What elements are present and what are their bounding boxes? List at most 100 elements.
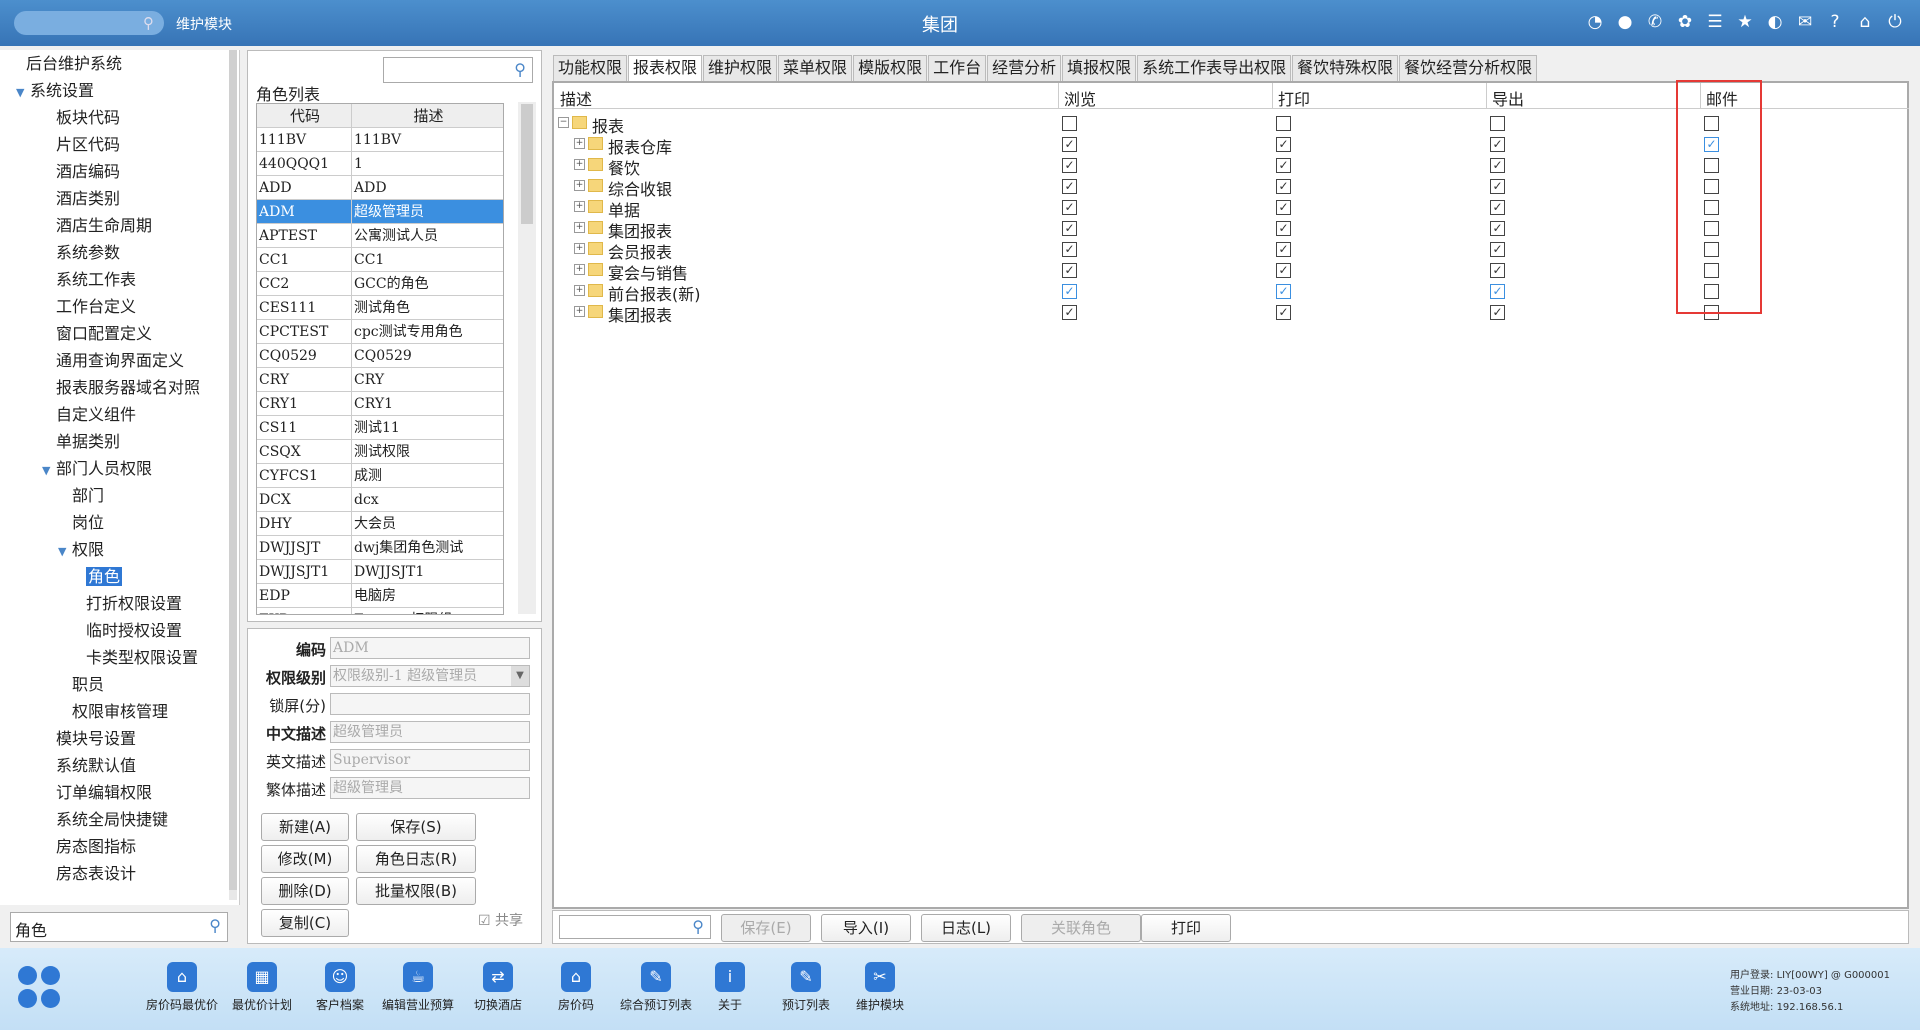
level-select[interactable]: 权限级别-1 超级管理员 ▼ bbox=[330, 665, 530, 687]
nav-item[interactable]: 系统参数 bbox=[0, 239, 230, 266]
power-icon[interactable]: ⏻ bbox=[1884, 10, 1906, 34]
nav-item[interactable]: 订单编辑权限 bbox=[0, 779, 230, 806]
nav-item[interactable]: 板块代码 bbox=[0, 104, 230, 131]
nav-item[interactable]: 房态表设计 bbox=[0, 860, 230, 887]
permission-checkbox-v[interactable]: ✓ bbox=[1062, 137, 1077, 152]
table-row[interactable]: CRY1 CRY1 bbox=[257, 392, 503, 416]
table-row[interactable]: 440QQQ1 1 bbox=[257, 152, 503, 176]
table-row[interactable]: CC1 CC1 bbox=[257, 248, 503, 272]
expand-icon[interactable]: + bbox=[574, 138, 585, 149]
expand-icon[interactable]: + bbox=[574, 180, 585, 191]
permission-checkbox-p[interactable]: ✓ bbox=[1276, 305, 1291, 320]
nav-item[interactable]: 岗位 bbox=[0, 509, 230, 536]
tab[interactable]: 工作台 bbox=[928, 55, 987, 81]
phone-icon[interactable]: ✆ bbox=[1644, 10, 1666, 34]
permission-checkbox-p[interactable]: ✓ bbox=[1276, 200, 1291, 215]
collapse-icon[interactable]: − bbox=[558, 117, 569, 128]
col-export-header[interactable]: 导出 bbox=[1492, 86, 1524, 110]
batch-permission-button[interactable]: 批量权限(B) bbox=[356, 877, 476, 905]
permission-checkbox-p[interactable] bbox=[1276, 116, 1291, 131]
tab[interactable]: 系统工作表导出权限 bbox=[1137, 55, 1292, 81]
permission-checkbox-v[interactable]: ✓ bbox=[1062, 305, 1077, 320]
col-desc-header[interactable]: 描述 bbox=[352, 104, 503, 127]
permission-checkbox-v[interactable]: ✓ bbox=[1062, 179, 1077, 194]
help-icon[interactable]: ? bbox=[1824, 10, 1846, 34]
permission-checkbox-p[interactable]: ✓ bbox=[1276, 221, 1291, 236]
permission-checkbox-e[interactable]: ✓ bbox=[1490, 137, 1505, 152]
tab[interactable]: 维护权限 bbox=[703, 55, 778, 81]
permission-checkbox-v[interactable]: ✓ bbox=[1062, 263, 1077, 278]
chevron-down-icon[interactable]: ▼ bbox=[16, 79, 30, 106]
expand-icon[interactable]: + bbox=[574, 159, 585, 170]
table-row[interactable]: EXPExpress权限组 bbox=[257, 608, 503, 614]
nav-item[interactable]: 单据类别 bbox=[0, 428, 230, 455]
print-button[interactable]: 打印 bbox=[1141, 914, 1231, 942]
table-row[interactable]: EDP 电脑房 bbox=[257, 584, 503, 608]
log-button[interactable]: 日志(L) bbox=[921, 914, 1011, 942]
code-field[interactable]: ADM bbox=[330, 637, 530, 659]
permission-checkbox-e[interactable]: ✓ bbox=[1490, 263, 1505, 278]
edit-button[interactable]: 修改(M) bbox=[261, 845, 349, 873]
nav-item[interactable]: 部门 bbox=[0, 482, 230, 509]
permission-checkbox-p[interactable]: ✓ bbox=[1276, 179, 1291, 194]
permission-checkbox-e[interactable]: ✓ bbox=[1490, 179, 1505, 194]
nav-item[interactable]: 酒店编码 bbox=[0, 158, 230, 185]
table-row[interactable]: CS11 测试11 bbox=[257, 416, 503, 440]
nav-item[interactable] bbox=[0, 887, 230, 898]
permission-checkbox-v[interactable]: ✓ bbox=[1062, 200, 1077, 215]
nav-scrollbar[interactable] bbox=[229, 50, 237, 900]
permission-checkbox-v[interactable]: ✓ bbox=[1062, 242, 1077, 257]
table-row[interactable]: DCX dcx bbox=[257, 488, 503, 512]
nav-item[interactable]: 模块号设置 bbox=[0, 725, 230, 752]
palette-icon[interactable]: ✿ bbox=[1674, 10, 1696, 34]
en-desc-field[interactable]: Supervisor bbox=[330, 749, 530, 771]
table-row[interactable]: 111BV 111BV bbox=[257, 128, 503, 152]
permission-checkbox-v[interactable]: ✓ bbox=[1062, 284, 1077, 299]
tw-desc-field[interactable]: 超級管理員 bbox=[330, 777, 530, 799]
nav-item[interactable]: 权限审核管理 bbox=[0, 698, 230, 725]
table-row[interactable]: ADD ADD bbox=[257, 176, 503, 200]
nav-item[interactable]: 角色 bbox=[0, 563, 230, 590]
permission-checkbox-v[interactable]: ✓ bbox=[1062, 158, 1077, 173]
permission-checkbox-e[interactable]: ✓ bbox=[1490, 242, 1505, 257]
role-search-input[interactable]: ⚲ bbox=[383, 57, 533, 83]
share-checkbox[interactable]: ☑ 共享 bbox=[478, 910, 523, 930]
nav-search-input[interactable]: 角色 ⚲ bbox=[10, 912, 228, 942]
expand-icon[interactable]: + bbox=[574, 222, 585, 233]
tab[interactable]: 餐饮经营分析权限 bbox=[1399, 55, 1538, 81]
table-row[interactable]: CPCTEST cpc测试专用角色 bbox=[257, 320, 503, 344]
permission-checkbox-e[interactable]: ✓ bbox=[1490, 305, 1505, 320]
import-button[interactable]: 导入(I) bbox=[821, 914, 911, 942]
col-code-header[interactable]: 代码 bbox=[257, 104, 352, 127]
nav-item[interactable]: 临时授权设置 bbox=[0, 617, 230, 644]
theme-icon[interactable]: ◐ bbox=[1764, 10, 1786, 34]
permission-checkbox-e[interactable]: ✓ bbox=[1490, 200, 1505, 215]
footer-shortcut[interactable]: ☺ 客户档案 bbox=[300, 962, 380, 1013]
nav-item[interactable]: 报表服务器域名对照 bbox=[0, 374, 230, 401]
col-view-header[interactable]: 浏览 bbox=[1064, 86, 1096, 110]
search-icon[interactable]: ⚲ bbox=[209, 916, 221, 935]
expand-icon[interactable]: + bbox=[574, 285, 585, 296]
col-desc-header[interactable]: 描述 bbox=[560, 86, 592, 110]
tab[interactable]: 功能权限 bbox=[553, 55, 628, 81]
table-row[interactable]: DHY 大会员 bbox=[257, 512, 503, 536]
expand-icon[interactable]: + bbox=[574, 264, 585, 275]
chat-icon[interactable]: ● bbox=[1614, 10, 1636, 34]
menu-icon[interactable]: ☰ bbox=[1704, 10, 1726, 34]
nav-item[interactable]: 片区代码 bbox=[0, 131, 230, 158]
copy-button[interactable]: 复制(C) bbox=[261, 909, 349, 937]
search-icon[interactable]: ⚲ bbox=[514, 60, 526, 79]
nav-item[interactable]: 工作台定义 bbox=[0, 293, 230, 320]
search-icon[interactable]: ⚲ bbox=[692, 917, 704, 936]
footer-shortcut[interactable]: ⌂ 房价码最优价 bbox=[142, 962, 222, 1013]
table-row[interactable]: CSQX 测试权限 bbox=[257, 440, 503, 464]
table-row[interactable]: DWJJSJT1 DWJJSJT1 bbox=[257, 560, 503, 584]
table-row[interactable]: ADM 超级管理员 bbox=[257, 200, 503, 224]
delete-button[interactable]: 删除(D) bbox=[261, 877, 349, 905]
expand-icon[interactable]: + bbox=[574, 201, 585, 212]
nav-item[interactable]: 系统全局快捷键 bbox=[0, 806, 230, 833]
permission-checkbox-p[interactable]: ✓ bbox=[1276, 284, 1291, 299]
nav-item[interactable]: 系统默认值 bbox=[0, 752, 230, 779]
nav-item[interactable]: 卡类型权限设置 bbox=[0, 644, 230, 671]
lock-field[interactable] bbox=[330, 693, 530, 715]
